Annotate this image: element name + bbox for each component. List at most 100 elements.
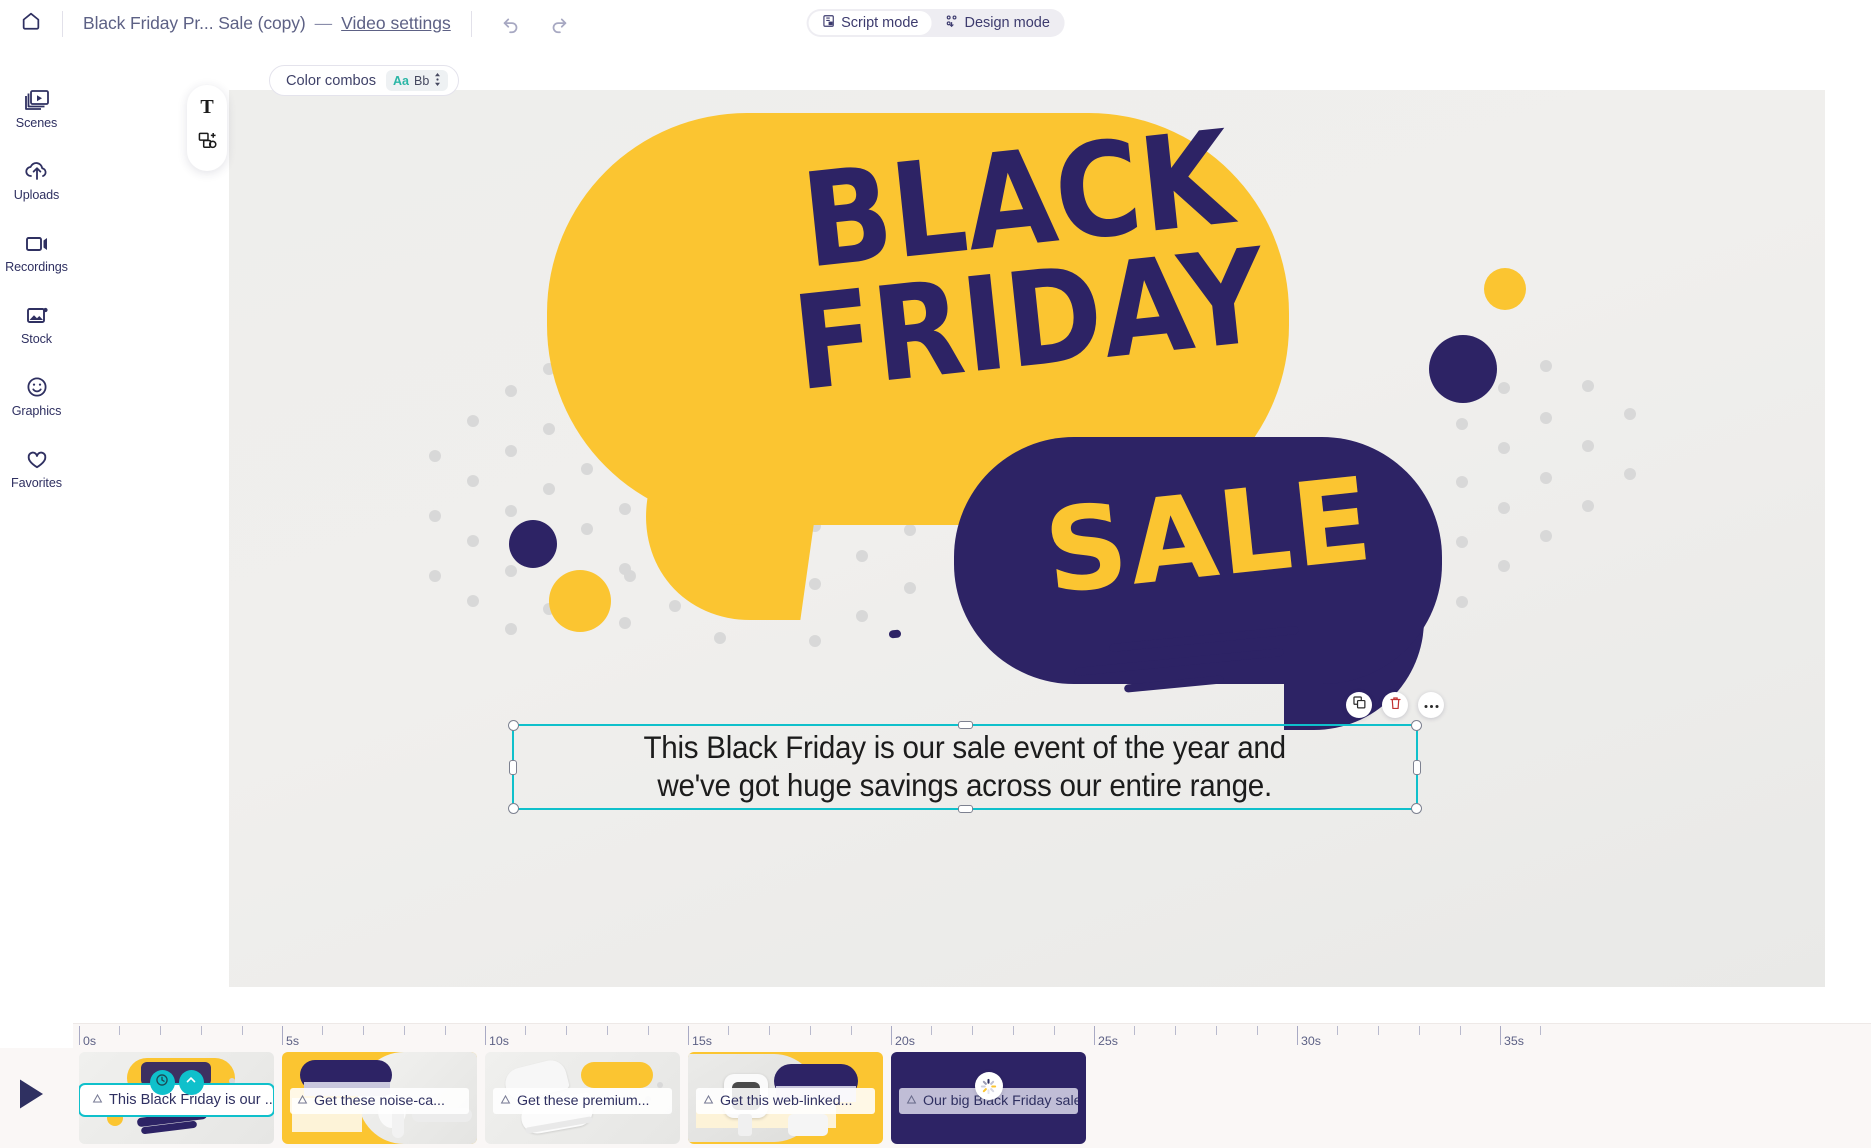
timeline-scene-4[interactable]: Get this web-linked...: [688, 1052, 883, 1144]
ruler-tick: [566, 1026, 567, 1035]
shapes-tool[interactable]: [193, 130, 221, 158]
ruler-tick: [322, 1026, 323, 1035]
ruler-label-15s: 15s: [692, 1034, 712, 1048]
ruler-tick: [607, 1026, 608, 1035]
swatch-bb-label: Bb: [414, 73, 430, 88]
accent-circle-yellow-left: [549, 570, 611, 632]
ruler-tick: [363, 1026, 364, 1035]
scene-timing-button[interactable]: [149, 1070, 175, 1095]
timeline-scene-2[interactable]: Get these noise-ca...: [282, 1052, 477, 1144]
ruler-tick: [1337, 1026, 1338, 1035]
ruler-tick: [201, 1026, 202, 1035]
accent-circle-navy-right: [1429, 335, 1497, 403]
ruler-tick: [931, 1026, 932, 1035]
duplicate-icon: [1352, 696, 1366, 714]
canvas-region: Color combos Aa Bb T BLACK FRIDAY SALE T…: [73, 47, 1871, 1023]
app-header: Black Friday Pr... Sale (copy) — Video s…: [0, 0, 1871, 47]
clock-icon: [155, 1073, 169, 1092]
floating-tool-pill: T: [187, 85, 227, 171]
ruler-tick: [1460, 1026, 1461, 1035]
title-dash: —: [314, 13, 333, 33]
video-camera-icon: [24, 229, 50, 255]
timeline-scenes: This Black Friday is our ... Get these n…: [79, 1052, 1086, 1144]
ruler-tick: [851, 1026, 852, 1035]
sidebar-item-stock-label: Stock: [21, 331, 52, 346]
ruler-tick: [1054, 1026, 1055, 1035]
selected-text-object[interactable]: This Black Friday is our sale event of t…: [508, 720, 1422, 814]
color-combos-button[interactable]: Color combos Aa Bb: [269, 65, 460, 96]
ruler-tick: [728, 1026, 729, 1035]
ruler-tick: [525, 1026, 526, 1035]
scene-caption-text: Get this web-linked...: [720, 1093, 853, 1109]
sidebar-item-scenes[interactable]: Scenes: [0, 71, 73, 143]
text-tool[interactable]: T: [193, 93, 221, 121]
scene-caption[interactable]: Get these noise-ca...: [290, 1088, 469, 1114]
page-title: Black Friday Pr... Sale (copy): [83, 13, 306, 33]
timeline-scene-3[interactable]: Get these premium...: [485, 1052, 680, 1144]
resize-handle-top-left[interactable]: [508, 720, 519, 731]
scenes-icon: [24, 85, 50, 111]
timeline-panel: 26s 0s 5s 10s: [0, 1023, 1871, 1148]
resize-handle-bottom-left[interactable]: [508, 803, 519, 814]
ruler-label-35s: 35s: [1504, 1034, 1524, 1048]
scene-kind-icon: [500, 1093, 511, 1109]
sidebar-item-graphics-label: Graphics: [11, 403, 62, 418]
ruler-label-5s: 5s: [286, 1034, 300, 1048]
home-icon: [20, 10, 42, 37]
mode-switch: Script mode Design mode: [806, 9, 1065, 37]
scene-collapse-button[interactable]: [178, 1070, 204, 1095]
resize-handle-bottom-right[interactable]: [1411, 803, 1422, 814]
tab-design-mode[interactable]: Design mode: [931, 11, 1062, 35]
video-editor-app: Black Friday Pr... Sale (copy) — Video s…: [0, 0, 1871, 1148]
sidebar-item-stock[interactable]: Stock: [0, 287, 73, 359]
selected-text-line2: we've got huge savings across our entire…: [657, 767, 1273, 803]
timeline-ruler[interactable]: 0s 5s 10s 15s 20s 25s 30s 35s: [79, 1024, 1871, 1050]
video-settings-link[interactable]: Video settings: [341, 13, 451, 34]
scene-caption[interactable]: Get these premium...: [493, 1088, 672, 1114]
chevron-up-icon: [184, 1073, 198, 1092]
resize-handle-right-center[interactable]: [1413, 760, 1421, 775]
resize-handle-top-center[interactable]: [958, 721, 973, 729]
selection-action-bar: [1346, 692, 1444, 718]
scene-caption[interactable]: Get this web-linked...: [696, 1088, 875, 1114]
ruler-tick: [1419, 1026, 1420, 1035]
resize-handle-left-center[interactable]: [509, 760, 517, 775]
sidebar-item-favorites[interactable]: Favorites: [0, 431, 73, 503]
timeline-scene-5[interactable]: Our big Black Friday sale ...: [891, 1052, 1086, 1144]
sidebar-item-recordings[interactable]: Recordings: [0, 215, 73, 287]
color-combos-label: Color combos: [286, 72, 377, 89]
ruler-tick: [769, 1026, 770, 1035]
sidebar-item-graphics[interactable]: Graphics: [0, 359, 73, 431]
image-icon: [24, 301, 50, 327]
play-button[interactable]: [18, 1078, 45, 1115]
home-button[interactable]: [0, 0, 62, 47]
sidebar-item-recordings-label: Recordings: [5, 259, 68, 274]
stepper-updown-icon[interactable]: [434, 72, 441, 89]
slide-canvas[interactable]: BLACK FRIDAY SALE This Black Friday is o…: [229, 90, 1825, 987]
delete-button[interactable]: [1382, 692, 1408, 718]
tab-script-mode[interactable]: Script mode: [808, 11, 932, 35]
duplicate-button[interactable]: [1346, 692, 1372, 718]
timeline-scene-1[interactable]: This Black Friday is our ...: [79, 1052, 274, 1144]
shapes-icon: [198, 132, 217, 156]
sidebar-item-uploads[interactable]: Uploads: [0, 143, 73, 215]
ruler-tick: [445, 1026, 446, 1035]
document-title-group[interactable]: Black Friday Pr... Sale (copy) — Video s…: [63, 0, 471, 47]
ruler-label-20s: 20s: [895, 1034, 915, 1048]
scene-loading-spinner: [974, 1072, 1003, 1100]
redo-button[interactable]: [546, 11, 572, 37]
resize-handle-bottom-center[interactable]: [958, 805, 973, 813]
scene-mini-controls: [149, 1070, 204, 1095]
ruler-tick: [119, 1026, 120, 1035]
heart-icon: [24, 445, 50, 471]
more-options-button[interactable]: [1418, 692, 1444, 718]
ruler-tick: [1378, 1026, 1379, 1035]
ruler-label-0s: 0s: [83, 1034, 97, 1048]
design-mode-icon: [944, 14, 958, 32]
trash-icon: [1389, 696, 1402, 715]
ruler-tick: [1257, 1026, 1258, 1035]
color-combos-swatch[interactable]: Aa Bb: [386, 70, 449, 91]
accent-circle-yellow-right: [1484, 268, 1526, 310]
resize-handle-top-right[interactable]: [1411, 720, 1422, 731]
undo-button[interactable]: [498, 11, 524, 37]
